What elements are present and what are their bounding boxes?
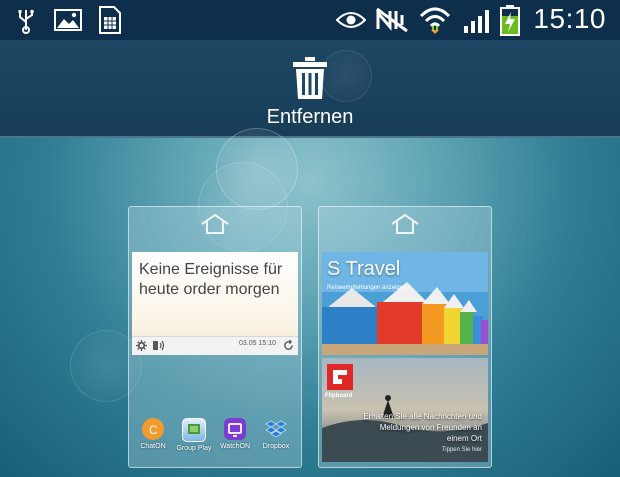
app-chaton[interactable]: C ChatON: [135, 418, 171, 450]
group-play-icon: [182, 418, 206, 442]
flipboard-message: Erhalten Sie alle Nachrichten und Meldun…: [363, 412, 482, 443]
remove-label: Entfernen: [266, 106, 354, 128]
eye-icon: [336, 12, 366, 28]
calendar-footer: 03.05 15:10: [132, 336, 298, 355]
app-label: Group Play: [176, 445, 212, 452]
flipboard-tap-link[interactable]: Tippen Sie hier: [442, 447, 482, 453]
battery-charging-icon: [500, 5, 520, 36]
app-watchon[interactable]: WatchON: [217, 418, 253, 450]
status-clock: 15:10: [533, 3, 606, 34]
flipboard-logo: Flipboard: [325, 393, 353, 399]
app-label: WatchON: [219, 443, 251, 450]
flipboard-icon: [327, 364, 353, 390]
home-page-thumbnail-2[interactable]: S Travel Reiseempfehlungen anzeigen Flip…: [318, 206, 492, 468]
refresh-icon[interactable]: [283, 340, 294, 351]
s-travel-subtitle: Reiseempfehlungen anzeigen: [327, 285, 407, 291]
remove-drop-zone[interactable]: Entfernen: [0, 40, 620, 138]
flipboard-widget[interactable]: Flipboard Erhalten Sie alle Nachrichten …: [322, 358, 488, 462]
calendar-message: Keine Ereignisse für heute order morgen: [139, 261, 283, 298]
usb-icon: [18, 9, 34, 34]
watchon-icon: [224, 418, 246, 440]
image-icon: [54, 9, 82, 31]
settings-icon[interactable]: [136, 340, 147, 351]
home-icon[interactable]: [390, 213, 420, 235]
svg-text:C: C: [149, 423, 158, 437]
s-travel-title: S Travel: [327, 258, 401, 280]
voice-icon[interactable]: [153, 340, 165, 351]
signal-icon: [464, 10, 489, 33]
bokeh-light: [320, 50, 372, 102]
chaton-icon: C: [142, 418, 164, 440]
dropbox-icon: [265, 418, 287, 440]
app-dropbox[interactable]: Dropbox: [258, 418, 294, 450]
wifi-icon: [419, 7, 451, 34]
app-label: ChatON: [140, 443, 166, 450]
sim-card-icon: [99, 6, 121, 34]
calendar-widget[interactable]: Keine Ereignisse für heute order morgen …: [132, 252, 298, 355]
home-icon[interactable]: [200, 213, 230, 235]
nfc-muted-icon: [376, 7, 408, 33]
status-bar: 15:10: [0, 0, 620, 40]
app-group-play[interactable]: Group Play: [176, 418, 212, 452]
calendar-time: 03.05 15:10: [239, 340, 276, 347]
s-travel-widget[interactable]: S Travel Reiseempfehlungen anzeigen: [322, 252, 488, 355]
app-label: Dropbox: [262, 443, 290, 450]
home-page-thumbnail-1[interactable]: Keine Ereignisse für heute order morgen …: [128, 206, 302, 468]
